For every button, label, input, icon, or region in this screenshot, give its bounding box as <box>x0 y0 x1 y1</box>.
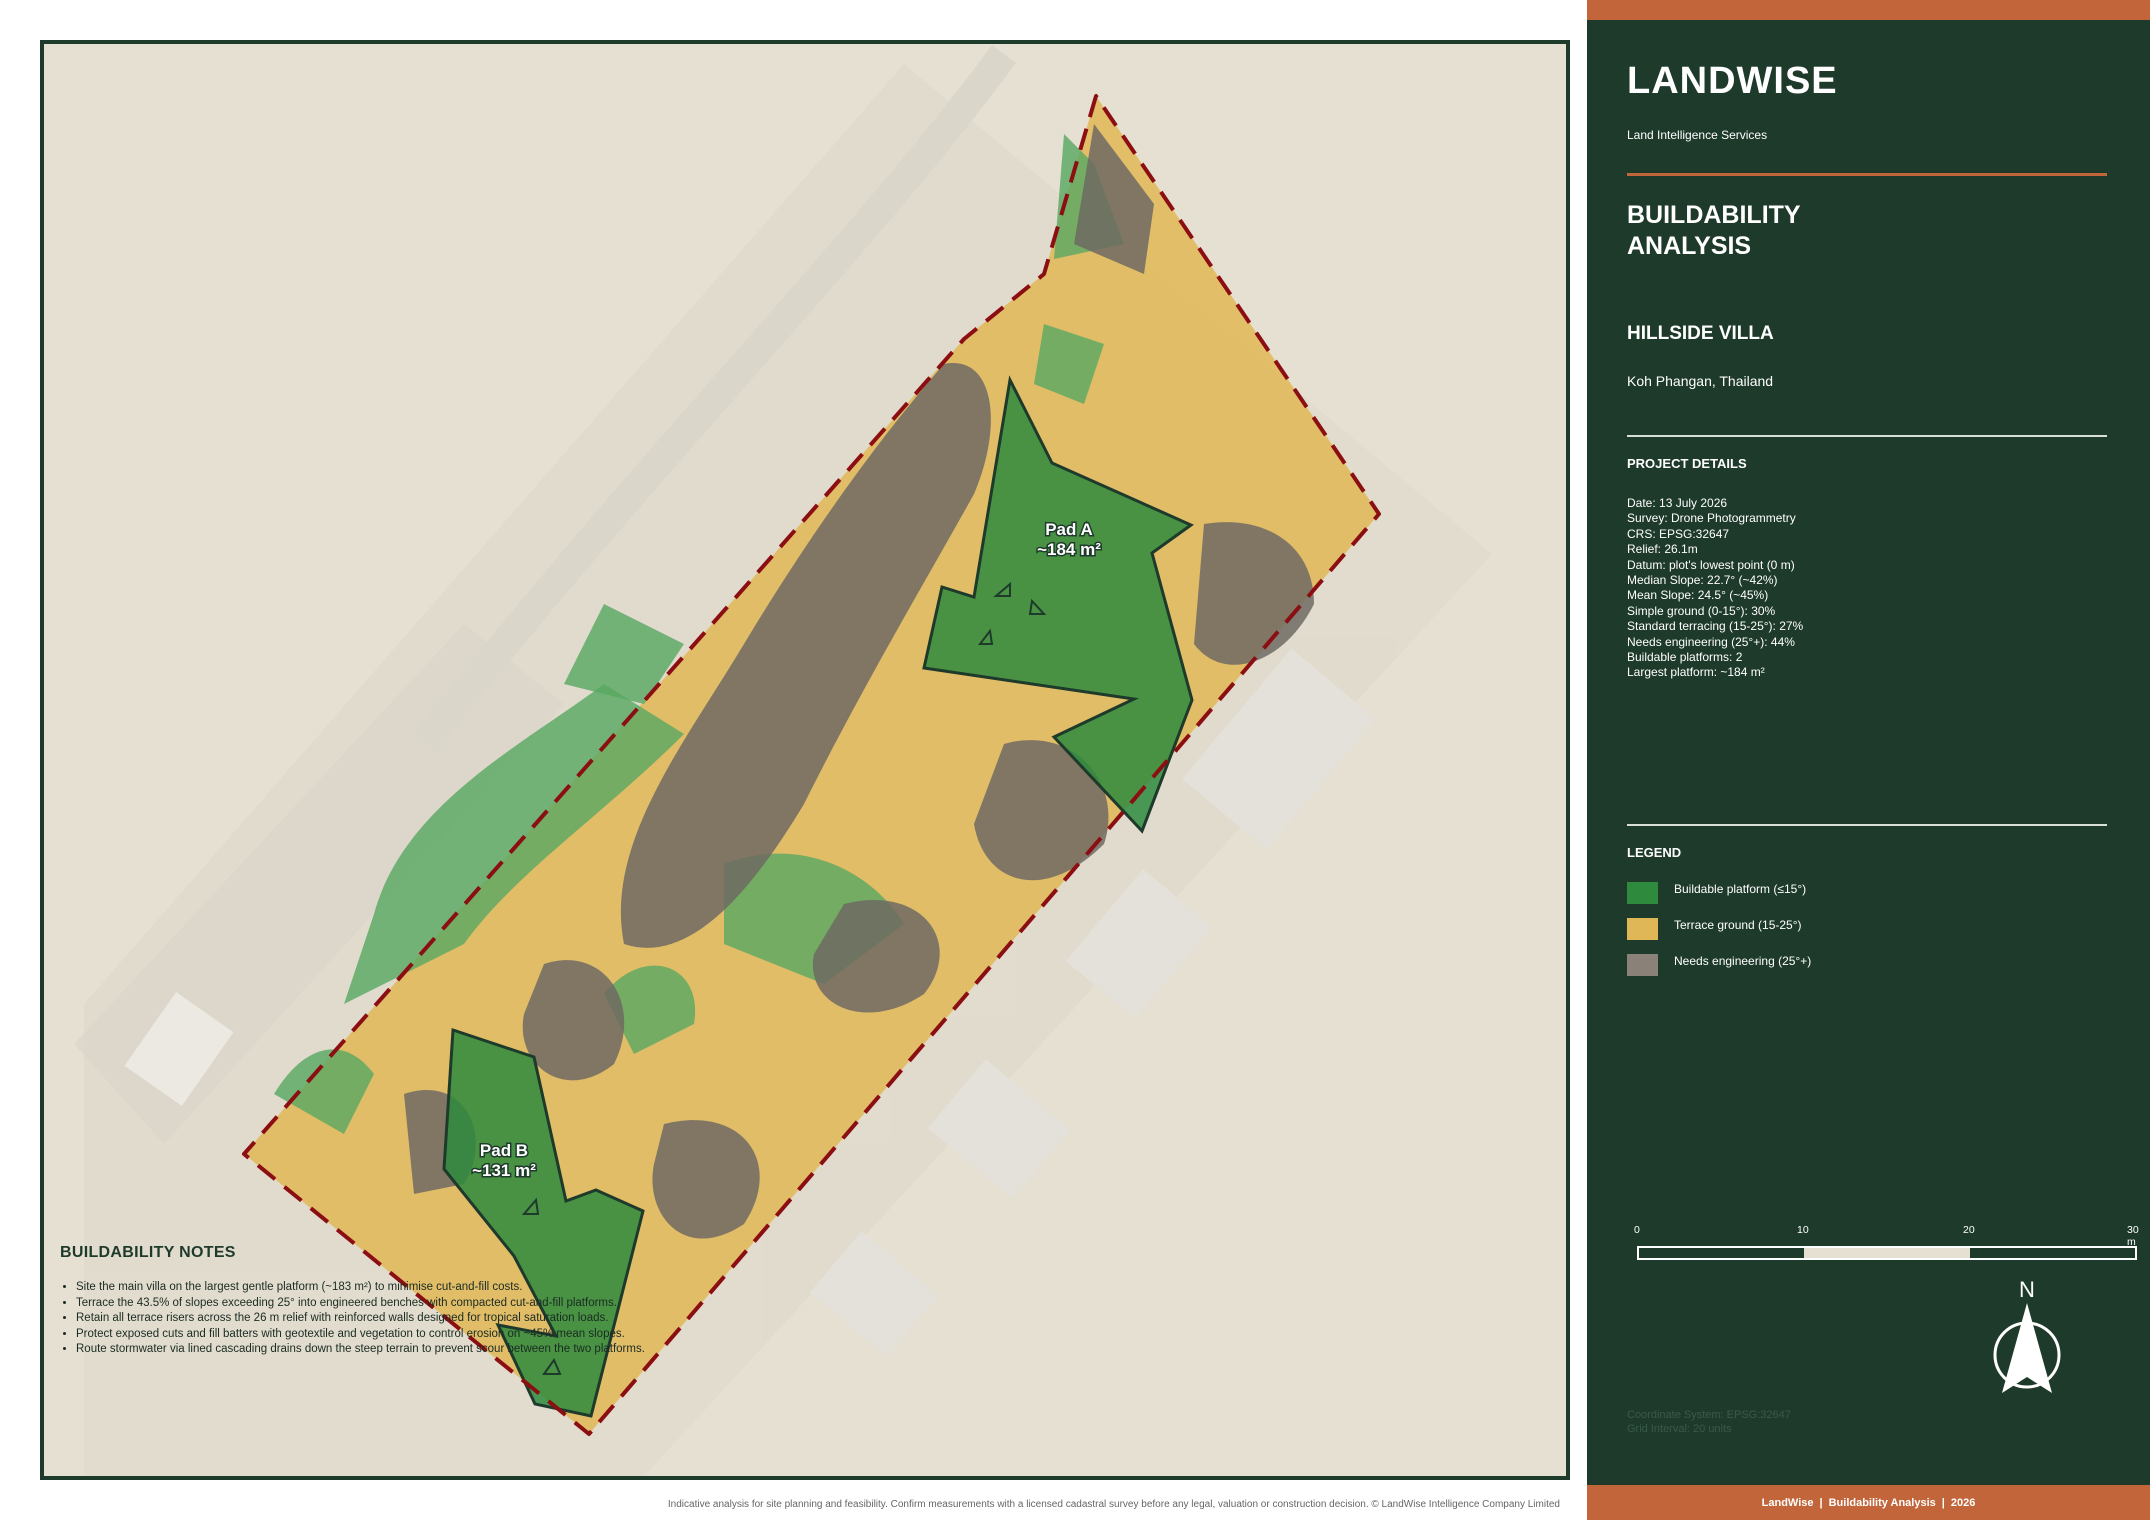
disclaimer-text: Indicative analysis for site planning an… <box>667 1499 1560 1510</box>
scale-bar <box>1637 1246 2137 1260</box>
north-label: N <box>2019 1277 2035 1302</box>
scale-label: 0 <box>1634 1224 1640 1236</box>
legend-item-engineering: Needs engineering (25°+) <box>1627 954 1811 976</box>
divider <box>1627 173 2107 176</box>
sidebar-footer: LandWise | Buildability Analysis | 2026 <box>1587 1485 2150 1520</box>
footer-brand: LandWise <box>1761 1496 1814 1509</box>
buildability-notes: BUILDABILITY NOTES Site the main villa o… <box>60 1244 820 1358</box>
sidebar-top-bar <box>1587 0 2150 20</box>
divider <box>1627 824 2107 826</box>
legend-heading: LEGEND <box>1627 845 1682 860</box>
legend-label: Terrace ground (15-25°) <box>1674 918 1802 932</box>
project-name: HILLSIDE VILLA <box>1627 323 1774 344</box>
north-arrow-icon: N <box>1993 1277 2061 1393</box>
detail-line: Needs engineering (25°+): 44% <box>1627 634 1795 649</box>
legend-item-buildable: Buildable platform (≤15°) <box>1627 882 1806 904</box>
legend-swatch <box>1627 954 1658 976</box>
info-sidebar: LANDWISE Land Intelligence Services BUIL… <box>1587 0 2150 1520</box>
detail-line: Simple ground (0-15°): 30% <box>1627 603 1776 618</box>
legend-item-terrace: Terrace ground (15-25°) <box>1627 918 1802 940</box>
notes-title: BUILDABILITY NOTES <box>60 1244 236 1261</box>
scale-label: 30 m <box>2127 1224 2139 1248</box>
detail-line: CRS: EPSG:32647 <box>1627 526 1730 541</box>
coord-line: Coordinate System: EPSG:32647 <box>1627 1409 1791 1421</box>
project-details-heading: PROJECT DETAILS <box>1627 456 1747 471</box>
legend-label: Buildable platform (≤15°) <box>1674 882 1807 896</box>
notes-list: Site the main villa on the largest gentl… <box>60 1280 820 1358</box>
detail-line: Datum: plot's lowest point (0 m) <box>1627 557 1795 572</box>
project-location: Koh Phangan, Thailand <box>1627 373 1774 389</box>
legend-label: Needs engineering (25°+) <box>1674 954 1812 968</box>
coord-line: Grid Interval: 20 units <box>1627 1423 1732 1435</box>
detail-line: Relief: 26.1m <box>1627 542 1698 557</box>
footer-year: 2026 <box>1950 1496 1976 1509</box>
detail-line: Buildable platforms: 2 <box>1627 650 1743 665</box>
detail-line: Date: 13 July 2026 <box>1627 496 1728 510</box>
brand-title: LANDWISE <box>1627 60 1838 102</box>
footer-separator: | <box>1941 1496 1945 1509</box>
divider <box>1627 435 2107 437</box>
pad-b-label: Pad B <box>480 1141 528 1160</box>
note-item: Site the main villa on the largest gentl… <box>76 1280 820 1296</box>
detail-line: Largest platform: ~184 m² <box>1627 665 1765 680</box>
detail-line: Mean Slope: 24.5° (~45%) <box>1627 588 1769 603</box>
coordinate-metadata: Coordinate System: EPSG:32647 Grid Inter… <box>1627 1408 1791 1436</box>
detail-line: Median Slope: 22.7° (~42%) <box>1627 573 1778 588</box>
pad-a-area: ~184 m² <box>1037 540 1101 559</box>
legend-swatch <box>1627 918 1658 940</box>
report-title: BUILDABILITY ANALYSIS <box>1627 201 1801 260</box>
map-frame[interactable]: Pad A ~184 m² Pad B ~131 m² BUILDABILITY… <box>40 40 1570 1480</box>
pad-b-area: ~131 m² <box>472 1161 536 1180</box>
footer-title: Buildability Analysis <box>1828 1496 1936 1509</box>
note-item: Route stormwater via lined cascading dra… <box>76 1342 820 1358</box>
note-item: Retain all terrace risers across the 26 … <box>76 1311 820 1327</box>
footer-separator: | <box>1819 1496 1823 1509</box>
project-details-list: Date: 13 July 2026 Survey: Drone Photogr… <box>1627 496 1803 681</box>
legend-swatch <box>1627 882 1658 904</box>
note-item: Terrace the 43.5% of slopes exceeding 25… <box>76 1296 820 1312</box>
scale-label: 20 <box>1963 1224 1975 1236</box>
detail-line: Standard terracing (15-25°): 27% <box>1627 619 1804 634</box>
brand-subtitle: Land Intelligence Services <box>1627 128 1768 142</box>
scale-label: 10 <box>1797 1224 1809 1236</box>
detail-line: Survey: Drone Photogrammetry <box>1627 511 1796 526</box>
pad-a-label: Pad A <box>1045 520 1093 539</box>
note-item: Protect exposed cuts and fill batters wi… <box>76 1327 820 1343</box>
